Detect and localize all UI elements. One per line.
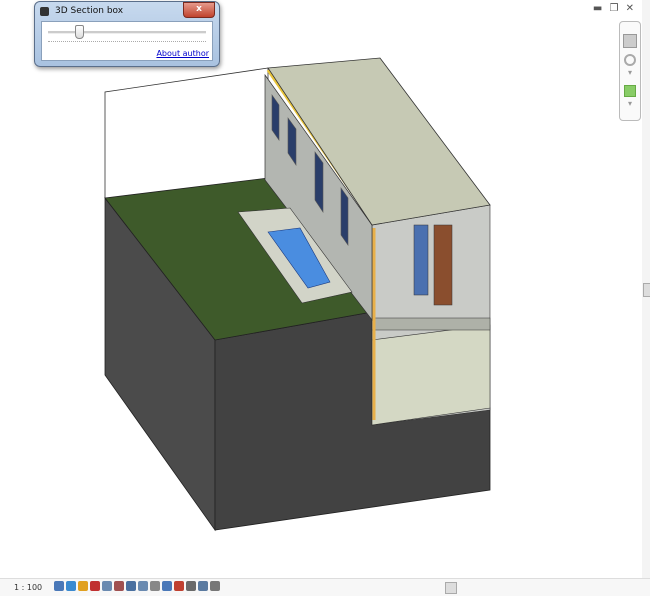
worksharing-icon[interactable] bbox=[162, 581, 172, 591]
restore-button[interactable]: ❐ bbox=[609, 3, 620, 14]
show-crop-icon[interactable] bbox=[114, 581, 124, 591]
3d-viewport[interactable] bbox=[0, 0, 642, 578]
crop-view-icon[interactable] bbox=[102, 581, 112, 591]
dialog-title: 3D Section box bbox=[55, 6, 124, 16]
analytical-model-icon[interactable] bbox=[186, 581, 196, 591]
zoom-region-icon[interactable] bbox=[624, 85, 636, 97]
reveal-hidden-icon[interactable] bbox=[150, 581, 160, 591]
design-options-icon[interactable] bbox=[174, 581, 184, 591]
vertical-scrollbar[interactable] bbox=[642, 0, 650, 578]
render-icon[interactable] bbox=[210, 581, 220, 591]
glass-door bbox=[413, 224, 429, 296]
scroll-thumb[interactable] bbox=[643, 283, 650, 297]
section-box-dialog: 3D Section box x About author bbox=[34, 1, 220, 67]
window-controls: ▬ ❐ ✕ bbox=[593, 3, 636, 14]
detail-level-icon[interactable] bbox=[54, 581, 64, 591]
unlock-3d-icon[interactable] bbox=[126, 581, 136, 591]
horizontal-scroll-thumb[interactable] bbox=[445, 582, 457, 594]
navigation-bar: ▾ ▾ bbox=[619, 21, 641, 121]
door bbox=[433, 224, 453, 306]
viewcube-icon[interactable] bbox=[623, 34, 637, 48]
highlight-displacement-icon[interactable] bbox=[198, 581, 208, 591]
cube-icon bbox=[40, 7, 49, 16]
sun-path-icon[interactable] bbox=[78, 581, 88, 591]
close-view-button[interactable]: ✕ bbox=[626, 3, 636, 14]
close-button[interactable]: x bbox=[183, 2, 215, 18]
slider-ticks bbox=[48, 41, 206, 42]
shadows-icon[interactable] bbox=[90, 581, 100, 591]
steering-wheel-icon[interactable] bbox=[624, 54, 636, 66]
section-box-outline bbox=[104, 67, 269, 198]
lower-floor bbox=[371, 324, 491, 426]
building-model bbox=[104, 57, 491, 532]
view-control-bar: 1 : 100 bbox=[0, 578, 650, 596]
section-slider[interactable] bbox=[48, 31, 206, 34]
minimize-button[interactable]: ▬ bbox=[593, 3, 604, 14]
slider-thumb[interactable] bbox=[75, 25, 84, 39]
visual-style-icon[interactable] bbox=[66, 581, 76, 591]
temporary-hide-icon[interactable] bbox=[138, 581, 148, 591]
floor-slab bbox=[371, 317, 491, 331]
about-author-link[interactable]: About author bbox=[156, 49, 209, 58]
scale-label[interactable]: 1 : 100 bbox=[14, 583, 42, 592]
